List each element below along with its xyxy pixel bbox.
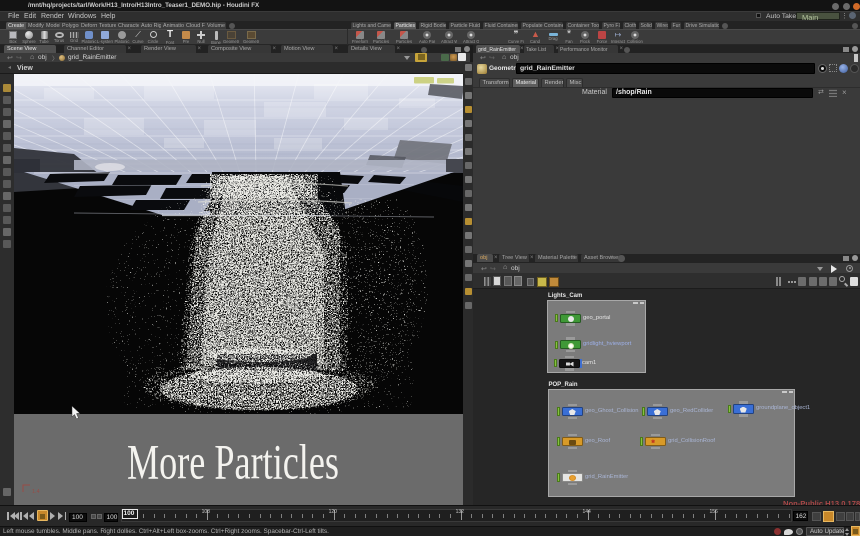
- svg-text:More Particles: More Particles: [127, 434, 339, 490]
- svg-text:1.4: 1.4: [32, 489, 40, 495]
